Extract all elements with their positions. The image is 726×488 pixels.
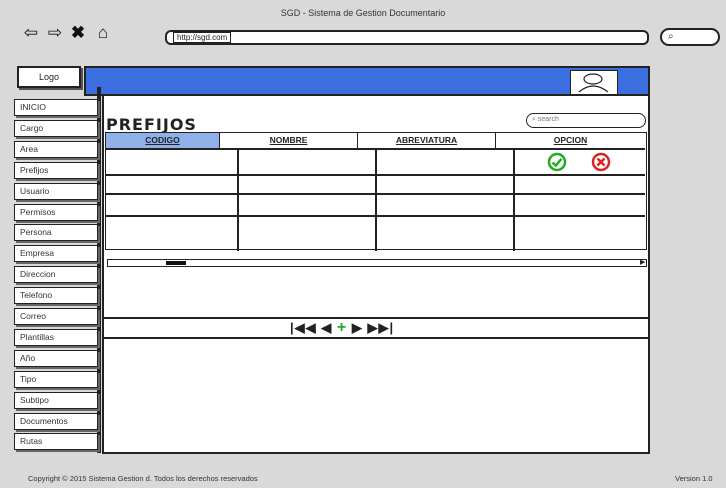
sidebar-item-label: Permisos <box>20 206 56 217</box>
last-page-icon[interactable]: ▶▶| <box>367 320 394 335</box>
user-avatar[interactable] <box>570 70 618 95</box>
sidebar-item-label: Persona <box>20 227 52 238</box>
sidebar-item-label: Prefijos <box>20 164 49 175</box>
sidebar-item-año[interactable]: Año <box>14 349 98 367</box>
logo[interactable]: Logo <box>17 66 81 88</box>
sidebar-item-plantillas[interactable]: Plantillas <box>14 328 98 346</box>
sidebar-item-label: INICIO <box>20 102 46 112</box>
table-row[interactable] <box>106 176 645 193</box>
sidebar-item-correo[interactable]: Correo <box>14 308 98 325</box>
search-input[interactable]: ⌕ search <box>526 113 646 128</box>
sidebar-item-label: Telefono <box>20 290 53 301</box>
sidebar-item-label: Tipo <box>20 373 37 384</box>
sidebar-item-direccion[interactable]: Direccion <box>14 266 98 284</box>
sidebar-item-documentos[interactable]: Documentos <box>14 412 98 430</box>
horizontal-scrollbar[interactable] <box>107 259 647 267</box>
table-row[interactable] <box>106 217 645 250</box>
column-header-nombre[interactable]: NOMBRE <box>220 133 358 148</box>
sidebar-item-label: Area <box>20 143 38 154</box>
column-header-opcion[interactable]: OPCION <box>496 133 645 148</box>
pager: |◀◀ ◀ + ▶ ▶▶| <box>290 320 420 336</box>
column-header-abreviatura[interactable]: ABREVIATURA <box>358 133 496 148</box>
first-page-icon[interactable]: |◀◀ <box>290 320 317 335</box>
browser-search-box[interactable]: ⌕ <box>660 28 720 46</box>
sidebar-item-label: Documentos <box>20 415 68 426</box>
forward-icon[interactable]: ⇨ <box>44 24 66 42</box>
sidebar-item-label: Subtipo <box>20 394 49 405</box>
sidebar-item-area[interactable]: Area <box>14 140 98 158</box>
column-header-codigo[interactable]: CODIGO <box>106 133 220 148</box>
search-icon: ⌕ <box>668 31 674 42</box>
search-placeholder: search <box>537 116 559 123</box>
scrollbar-thumb[interactable] <box>166 261 186 265</box>
table-row[interactable] <box>106 195 645 215</box>
sidebar-item-label: Rutas <box>20 436 43 447</box>
sidebar-item-prefijos[interactable]: Prefijos <box>14 161 98 179</box>
next-page-icon[interactable]: ▶ <box>352 320 363 335</box>
sidebar-item-rutas[interactable]: Rutas <box>14 433 98 451</box>
pager-top-border <box>104 317 648 319</box>
window-title: SGD - Sistema de Gestion Documentario <box>280 8 446 18</box>
back-icon[interactable]: ⇦ <box>20 24 42 42</box>
search-icon: ⌕ <box>532 116 536 123</box>
prefijos-table: CODIGO NOMBRE ABREVIATURA OPCION <box>105 132 647 251</box>
app-header-bar <box>84 66 650 96</box>
add-record-icon[interactable]: + <box>337 319 347 336</box>
home-icon[interactable]: ⌂ <box>92 24 114 42</box>
sidebar-item-persona[interactable]: Persona <box>14 224 98 242</box>
status-bar: Copyright © 2015 Sistema Gestion d. Todo… <box>0 472 726 488</box>
version-text: Version 1.0 <box>675 474 713 483</box>
sidebar-item-label: Empresa <box>20 248 55 259</box>
sidebar-item-permisos[interactable]: Permisos <box>14 203 98 221</box>
sidebar-item-label: Plantillas <box>20 331 55 342</box>
url-bar[interactable]: http://sgd.com <box>165 30 649 45</box>
sidebar-item-empresa[interactable]: Empresa <box>14 245 98 263</box>
sidebar-item-label: Direccion <box>20 269 56 280</box>
logo-label: Logo <box>38 72 60 82</box>
accept-icon[interactable] <box>546 151 568 173</box>
sidebar-item-tipo[interactable]: Tipo <box>14 370 98 388</box>
sidebar-item-inicio[interactable]: INICIO <box>14 99 98 116</box>
url-text: http://sgd.com <box>173 32 232 43</box>
sidebar-item-usuario[interactable]: Usuario <box>14 182 98 200</box>
sidebar-item-label: Usuario <box>20 185 50 196</box>
prev-page-icon[interactable]: ◀ <box>321 320 332 335</box>
sidebar-item-label: Año <box>20 352 36 363</box>
sidebar-item-label: Correo <box>20 311 46 321</box>
close-icon[interactable]: ✖ <box>68 24 88 42</box>
delete-icon[interactable] <box>590 151 612 173</box>
copyright-text: Copyright © 2015 Sistema Gestion d. Todo… <box>28 474 258 483</box>
sidebar-item-subtipo[interactable]: Subtipo <box>14 391 98 409</box>
pager-bottom-border <box>104 337 648 339</box>
sidebar-item-label: Cargo <box>20 122 44 133</box>
scroll-right-icon[interactable]: ▶ <box>640 259 648 267</box>
sidebar-item-telefono[interactable]: Telefono <box>14 287 98 305</box>
sidebar-item-cargo[interactable]: Cargo <box>14 119 98 137</box>
user-avatar-icon <box>578 73 609 93</box>
